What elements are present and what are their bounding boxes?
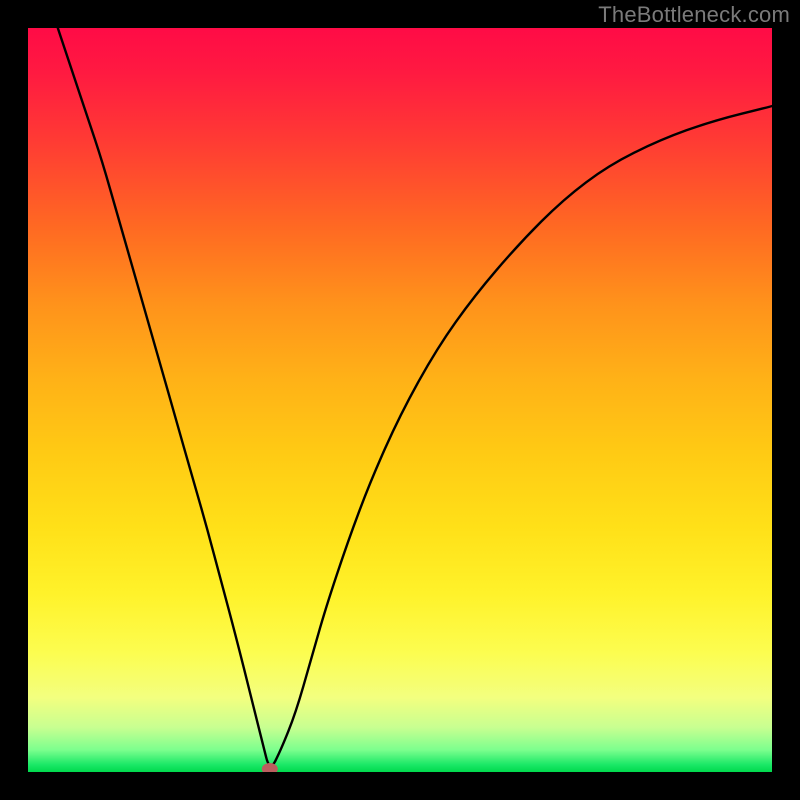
minimum-marker: [262, 763, 278, 772]
curve-layer: [28, 28, 772, 772]
plot-area: [28, 28, 772, 772]
bottleneck-curve: [58, 28, 772, 766]
watermark: TheBottleneck.com: [598, 2, 790, 28]
chart-frame: TheBottleneck.com: [0, 0, 800, 800]
